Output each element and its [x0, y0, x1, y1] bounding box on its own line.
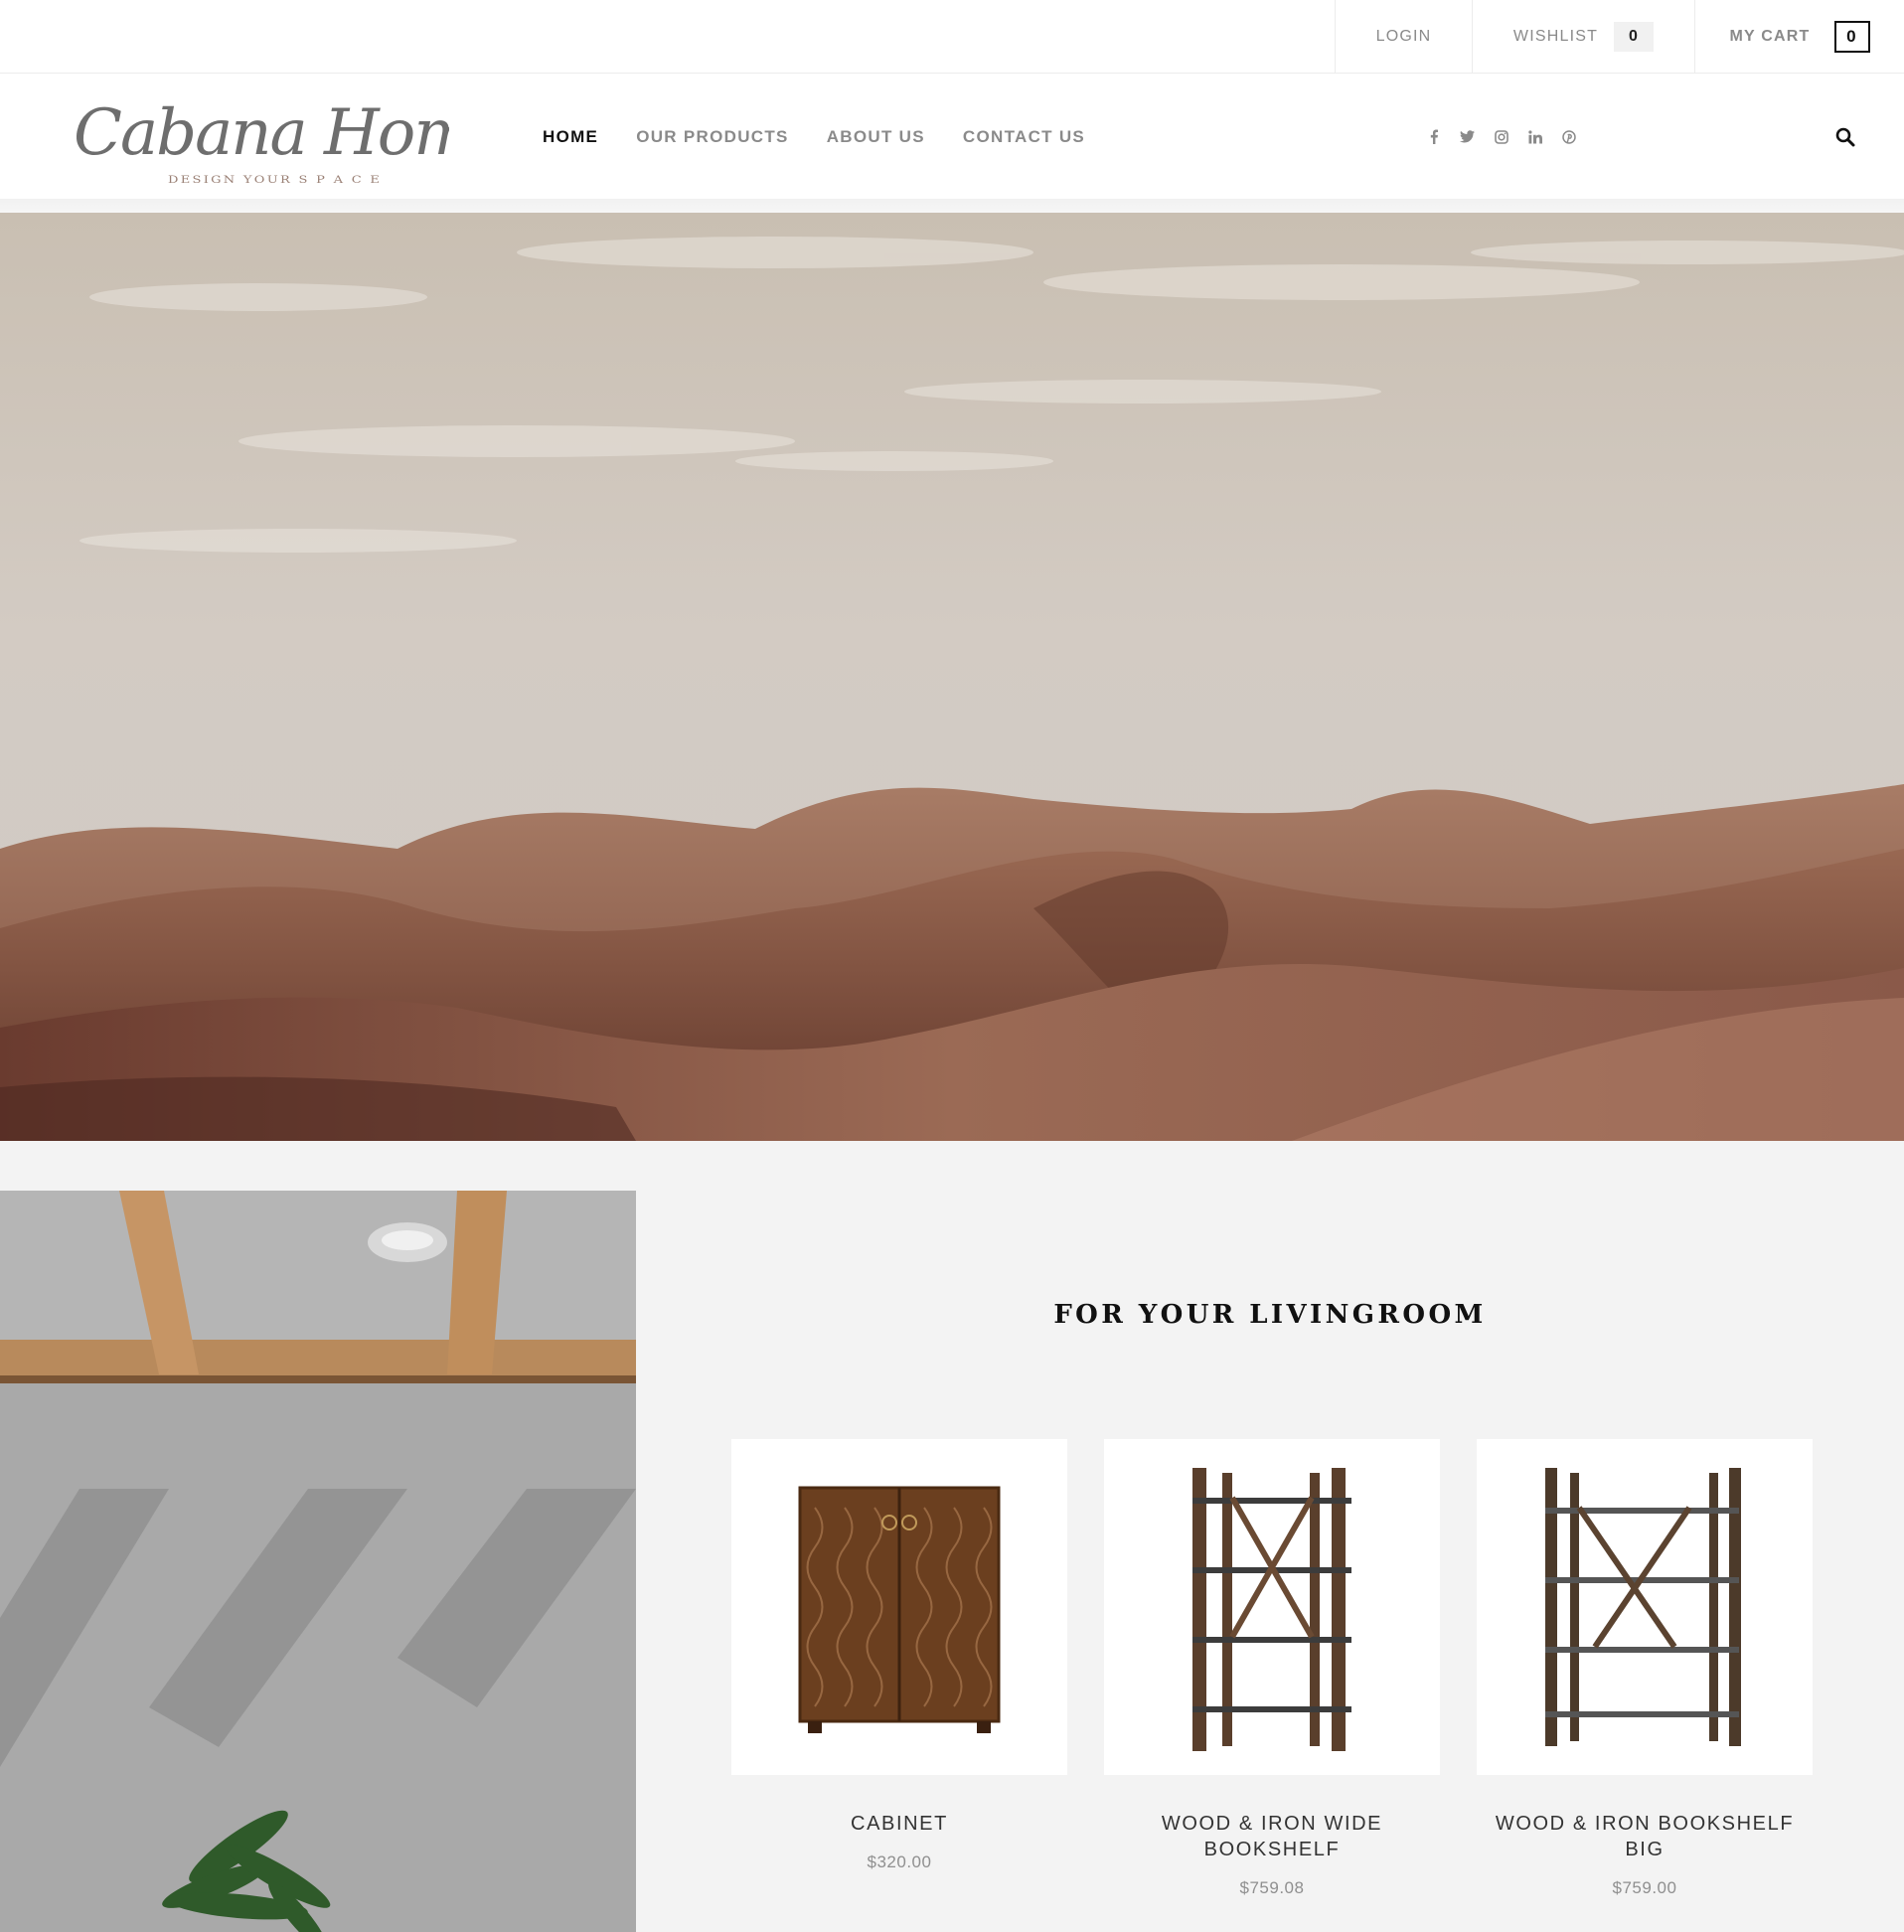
wide-bookshelf-image	[1192, 1468, 1351, 1751]
facebook-icon[interactable]	[1425, 128, 1442, 145]
cart-count-badge: 0	[1833, 21, 1870, 53]
interior-image	[0, 1191, 636, 1932]
wishlist-count-badge: 0	[1614, 22, 1655, 52]
product-price: $759.00	[1612, 1878, 1677, 1897]
section-title: FOR YOUR LIVINGROOM	[1053, 1300, 1487, 1330]
pinterest-icon[interactable]	[1560, 128, 1577, 145]
product-name[interactable]: WOOD & IRON BOOKSHELF BIG	[1477, 1811, 1813, 1862]
bookshelf-big-image	[1545, 1468, 1741, 1746]
nav-item-contact-us[interactable]: CONTACT US	[963, 127, 1085, 147]
interior-photo	[0, 1191, 636, 1932]
primary-nav: HOME OUR PRODUCTS ABOUT US CONTACT US	[543, 75, 1085, 199]
search-icon[interactable]	[1834, 126, 1856, 148]
wishlist-label: WISHLIST	[1512, 28, 1599, 45]
product-name[interactable]: CABINET	[731, 1811, 1067, 1837]
product-image[interactable]	[1477, 1439, 1813, 1775]
hero-desert-image	[0, 213, 1904, 1141]
product-card[interactable]: WOOD & IRON WIDE BOOKSHELF $759.08	[1104, 1439, 1440, 1898]
main-header: Cabana Home DESIGN YOUR S P A C E HOME O…	[0, 75, 1904, 199]
login-link[interactable]: LOGIN	[1335, 0, 1472, 74]
product-card[interactable]: WOOD & IRON BOOKSHELF BIG $759.00	[1477, 1439, 1813, 1898]
cabinet-image	[798, 1486, 1001, 1733]
product-image[interactable]	[1104, 1439, 1440, 1775]
cart-link[interactable]: MY CART 0	[1694, 0, 1904, 74]
nav-item-our-products[interactable]: OUR PRODUCTS	[636, 127, 789, 147]
wishlist-link[interactable]: WISHLIST 0	[1472, 0, 1694, 74]
nav-item-about-us[interactable]: ABOUT US	[827, 127, 925, 147]
nav-item-home[interactable]: HOME	[543, 127, 598, 147]
header-divider	[0, 199, 1904, 213]
hero-banner	[0, 213, 1904, 1141]
social-links	[1425, 75, 1577, 199]
product-price: $320.00	[867, 1852, 932, 1871]
product-card[interactable]: CABINET $320.00	[731, 1439, 1067, 1872]
brand-tagline: DESIGN YOUR S P A C E	[168, 173, 382, 185]
twitter-icon[interactable]	[1459, 128, 1476, 145]
product-price: $759.08	[1239, 1878, 1305, 1897]
brand-name: Cabana Home	[74, 96, 449, 170]
brand-logo-graphic: Cabana Home DESIGN YOUR S P A C E	[74, 96, 510, 186]
product-image[interactable]	[731, 1439, 1067, 1775]
cart-label: MY CART	[1729, 28, 1811, 45]
login-label: LOGIN	[1375, 28, 1432, 45]
brand-logo[interactable]: Cabana Home DESIGN YOUR S P A C E	[72, 96, 510, 186]
top-utility-bar: LOGIN WISHLIST 0 MY CART 0	[0, 0, 1904, 74]
linkedin-icon[interactable]	[1526, 128, 1543, 145]
product-name[interactable]: WOOD & IRON WIDE BOOKSHELF	[1104, 1811, 1440, 1862]
instagram-icon[interactable]	[1493, 128, 1509, 145]
livingroom-section: FOR YOUR LIVINGROOM CABINET $320.00 WOOD…	[0, 1141, 1904, 1932]
